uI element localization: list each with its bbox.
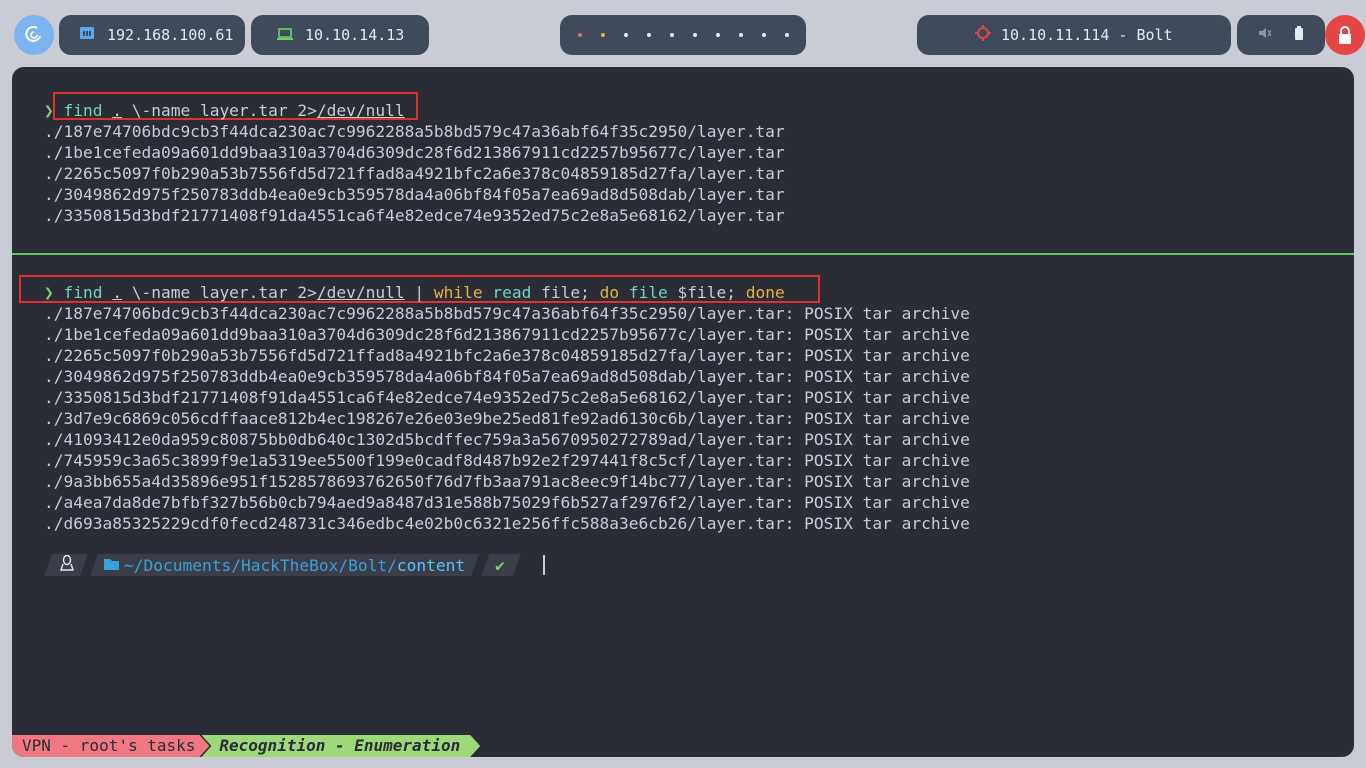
vpn-ip-widget: 10.10.14.13 xyxy=(251,15,429,55)
prompt-path: ~/Documents/HackTheBox/Bolt/content xyxy=(124,555,466,575)
cmd-find: find xyxy=(63,101,103,120)
cmd-dot: . xyxy=(112,283,122,302)
lock-icon[interactable] xyxy=(1325,15,1365,55)
prompt-status-segment: ✔ xyxy=(481,554,521,576)
output-line: ./2265c5097f0b290a53b7556fd5d721ffad8a49… xyxy=(44,164,785,183)
cmd-file-var: file; xyxy=(531,283,600,302)
output-line: ./3350815d3bdf21771408f91da4551ca6f4e82e… xyxy=(44,206,785,225)
output-line: ./3049862d975f250783ddb4ea0e9cb359578da4… xyxy=(44,185,785,204)
cmd-dot: . xyxy=(112,101,122,120)
workspace-dot[interactable] xyxy=(577,33,582,37)
workspace-dot[interactable] xyxy=(669,33,674,37)
prompt-path-segment: ~/Documents/HackTheBox/Bolt/content xyxy=(90,554,479,576)
mute-icon[interactable] xyxy=(1258,26,1272,44)
prompt-os-segment xyxy=(44,554,88,576)
workspace-dot[interactable] xyxy=(646,33,651,37)
cmd-args: \-name layer.tar 2> xyxy=(121,101,317,120)
network-card-icon xyxy=(79,26,95,44)
status-window[interactable]: Recognition - Enumeration xyxy=(201,735,480,757)
laptop-icon xyxy=(277,26,293,44)
local-ip-text: 192.168.100.61 xyxy=(107,26,234,44)
workspace-dot[interactable] xyxy=(738,33,743,37)
cmd-file: file xyxy=(619,283,668,302)
folder-open-icon xyxy=(104,556,120,575)
output-line: ./a4ea7da8de7bfbf327b56b0cb794aed9a8487d… xyxy=(44,493,970,512)
workspace-dot[interactable] xyxy=(715,33,720,37)
cmd-devnull: /dev/null xyxy=(316,101,405,120)
cmd-devnull: /dev/null xyxy=(316,283,405,302)
target-crosshair-icon xyxy=(975,25,991,45)
linux-tux-icon xyxy=(60,555,74,575)
output-line: ./d693a85325229cdf0fecd248731c346edbc4e0… xyxy=(44,514,970,533)
cmd-args: \-name layer.tar 2> xyxy=(121,283,317,302)
output-line: ./3049862d975f250783ddb4ea0e9cb359578da4… xyxy=(44,367,970,386)
output-line: ./41093412e0da959c80875bb0db640c1302d5bc… xyxy=(44,430,970,449)
target-widget: 10.10.11.114 - Bolt xyxy=(917,15,1231,55)
cmd-find: find xyxy=(63,283,103,302)
output-line: ./3350815d3bdf21771408f91da4551ca6f4e82e… xyxy=(44,388,970,407)
cmd-pipe: | xyxy=(404,283,434,302)
shell-prompt: ~/Documents/HackTheBox/Bolt/content ✔ xyxy=(44,554,521,576)
workspace-dot[interactable] xyxy=(623,33,628,37)
vpn-ip-text: 10.10.14.13 xyxy=(305,26,405,44)
prompt-arrow: ❯ xyxy=(44,101,54,120)
output-line: ./2265c5097f0b290a53b7556fd5d721ffad8a49… xyxy=(44,346,970,365)
output-line: ./9a3bb655a4d35896e951f1528578693762650f… xyxy=(44,472,970,491)
cmd-done: done xyxy=(745,283,785,302)
command-line-2: ❯ find . \-name layer.tar 2>/dev/null | … xyxy=(44,282,785,303)
output-line: ./187e74706bdc9cb3f44dca230ac7c9962288a5… xyxy=(44,304,970,323)
debian-swirl-icon[interactable] xyxy=(14,15,54,55)
cmd-do: do xyxy=(599,283,620,302)
output-line: ./1be1cefeda09a601dd9baa310a3704d6309dc2… xyxy=(44,325,970,344)
local-ip-widget: 192.168.100.61 xyxy=(59,15,245,55)
workspace-dot[interactable] xyxy=(600,33,605,37)
status-session[interactable]: VPN - root's tasks xyxy=(12,735,209,757)
terminal-window[interactable]: ❯ find . \-name layer.tar 2>/dev/null ./… xyxy=(12,67,1354,757)
cmd-rest: $file; xyxy=(667,283,746,302)
cmd-while: while xyxy=(433,283,483,302)
separator-line xyxy=(12,253,1354,255)
command-line-1: ❯ find . \-name layer.tar 2>/dev/null xyxy=(44,100,405,121)
battery-icon[interactable] xyxy=(1294,26,1304,44)
top-bar: 192.168.100.61 10.10.14.13 10.10.11.114 … xyxy=(0,0,1366,68)
output-line: ./1be1cefeda09a601dd9baa310a3704d6309dc2… xyxy=(44,143,785,162)
output-line: ./745959c3a65c3899f9e1a5319ee5500f199e0c… xyxy=(44,451,970,470)
output-line: ./187e74706bdc9cb3f44dca230ac7c9962288a5… xyxy=(44,122,785,141)
system-tray xyxy=(1237,15,1325,55)
workspace-dot[interactable] xyxy=(784,33,789,37)
workspace-switcher xyxy=(560,15,806,55)
check-icon: ✔ xyxy=(495,555,505,575)
prompt-arrow: ❯ xyxy=(44,283,54,302)
workspace-dot[interactable] xyxy=(692,33,697,37)
tmux-status-bar: VPN - root's tasks Recognition - Enumera… xyxy=(12,735,480,757)
cmd-read: read xyxy=(482,283,532,302)
text-cursor xyxy=(543,555,545,575)
output-line: ./3d7e9c6869c056cdffaace812b4ec198267e26… xyxy=(44,409,970,428)
target-text: 10.10.11.114 - Bolt xyxy=(1001,26,1173,44)
workspace-dot[interactable] xyxy=(761,33,766,37)
